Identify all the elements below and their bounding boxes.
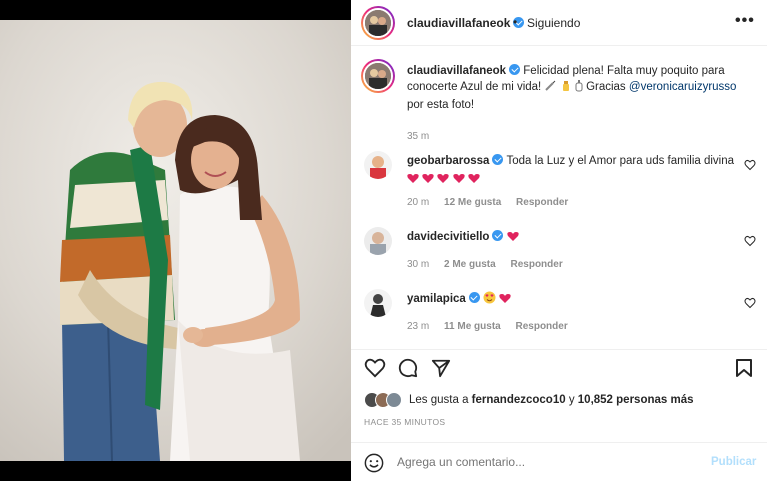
reply-button[interactable]: Responder [510,259,562,270]
comment-body: yamilapica [407,291,737,309]
post-actions-bar [351,349,767,383]
like-comment-heart-icon[interactable] [744,297,756,309]
verified-badge-icon [509,64,521,75]
caption-body: claudiavillafaneok Felicidad plena! Falt… [407,63,737,113]
like-comment-heart-icon[interactable] [744,235,756,247]
comment-meta: 23 m 11 Me gusta Responder [407,321,580,332]
author-avatar[interactable] [361,6,395,40]
following-button[interactable]: Siguiendo [527,16,580,30]
comments-list: claudiavillafaneok Felicidad plena! Falt… [351,47,767,337]
comment-likes-count[interactable]: 2 Me gusta [444,259,496,270]
red-heart-emoji-icon [422,173,434,189]
caption-avatar[interactable] [361,59,395,93]
reply-button[interactable]: Responder [516,197,568,208]
header-separator: • [513,15,518,29]
comment-username[interactable]: geobarbarossa [407,155,489,167]
author-username[interactable]: claudiavillafaneok [407,16,525,30]
comment-bubble-icon[interactable] [398,358,418,378]
emoji-picker-icon[interactable] [364,453,384,473]
red-heart-emoji-icon [506,231,519,247]
red-heart-emoji-icon [468,173,480,189]
letterbox-bottom [0,461,351,481]
comment-body: geobarbarossa Toda la Luz y el Amor para… [407,153,737,189]
comment-username[interactable]: yamilapica [407,293,466,305]
comment-username[interactable]: davidecivitiello [407,231,489,243]
likes-count[interactable]: 10,852 personas más [578,394,694,406]
post-photo-pane [0,0,351,481]
comment-time: 23 m [407,321,430,332]
syringe-emoji-icon [544,80,556,97]
comment-text: Toda la Luz y el Amor para uds familia d… [506,155,735,167]
bottle-emoji-icon [575,80,583,97]
caption-mention-link[interactable]: @veronicaruizyrusso [629,81,737,93]
like-comment-heart-icon[interactable] [744,159,756,171]
verified-badge-icon [492,154,504,165]
comment-likes-count[interactable]: 11 Me gusta [444,321,501,332]
share-paper-plane-icon[interactable] [431,358,451,378]
caption-text-end: por esta foto! [407,99,475,111]
save-bookmark-icon[interactable] [735,358,753,378]
comment-time: 30 m [407,259,430,270]
comment-time: 20 m [407,197,430,208]
post-photo[interactable] [0,20,351,461]
add-comment-bar: Publicar [351,442,767,481]
comment-meta: 30 m 2 Me gusta Responder [407,259,575,270]
verified-badge-icon [468,292,480,303]
liker-avatar[interactable] [386,392,402,408]
post-header: claudiavillafaneok • Siguiendo ••• [351,0,767,46]
comment-likes-count[interactable]: 12 Me gusta [444,197,501,208]
letterbox-top [0,0,351,20]
commenter-avatar[interactable] [364,227,392,255]
publish-button[interactable]: Publicar [711,456,756,468]
likes-text: Les gusta a fernandezcoco10 y 10,852 per… [409,394,694,406]
red-heart-emoji-icon [437,173,450,189]
reply-button[interactable]: Responder [516,321,568,332]
caption-time: 35 m [407,131,430,142]
comment-meta: 20 m 12 Me gusta Responder [407,197,580,208]
photo-illustration [0,20,351,461]
commenter-avatar[interactable] [364,151,392,179]
red-heart-emoji-icon [407,173,419,189]
post-time-ago[interactable]: HACE 35 MINUTOS [364,417,445,427]
like-heart-icon[interactable] [364,358,386,378]
post-side-panel: claudiavillafaneok • Siguiendo ••• claud… [351,0,767,481]
comment-emojis [407,171,737,189]
liker-username[interactable]: fernandezcoco10 [472,394,566,406]
likes-summary: Les gusta a fernandezcoco10 y 10,852 per… [364,390,694,410]
caption-meta: 35 m [407,131,441,142]
comment-body: davidecivitiello [407,229,737,247]
heart-eyes-emoji-icon [483,291,496,309]
more-options-icon[interactable]: ••• [735,12,755,30]
baby-bottle-emoji-icon [560,80,572,97]
red-heart-emoji-icon [499,293,511,309]
verified-badge-icon [492,230,504,241]
red-heart-emoji-icon [452,173,465,189]
commenter-avatar[interactable] [364,289,392,317]
comment-input[interactable] [397,455,697,469]
caption-thanks: Gracias [586,81,626,93]
caption-username[interactable]: claudiavillafaneok [407,65,506,77]
